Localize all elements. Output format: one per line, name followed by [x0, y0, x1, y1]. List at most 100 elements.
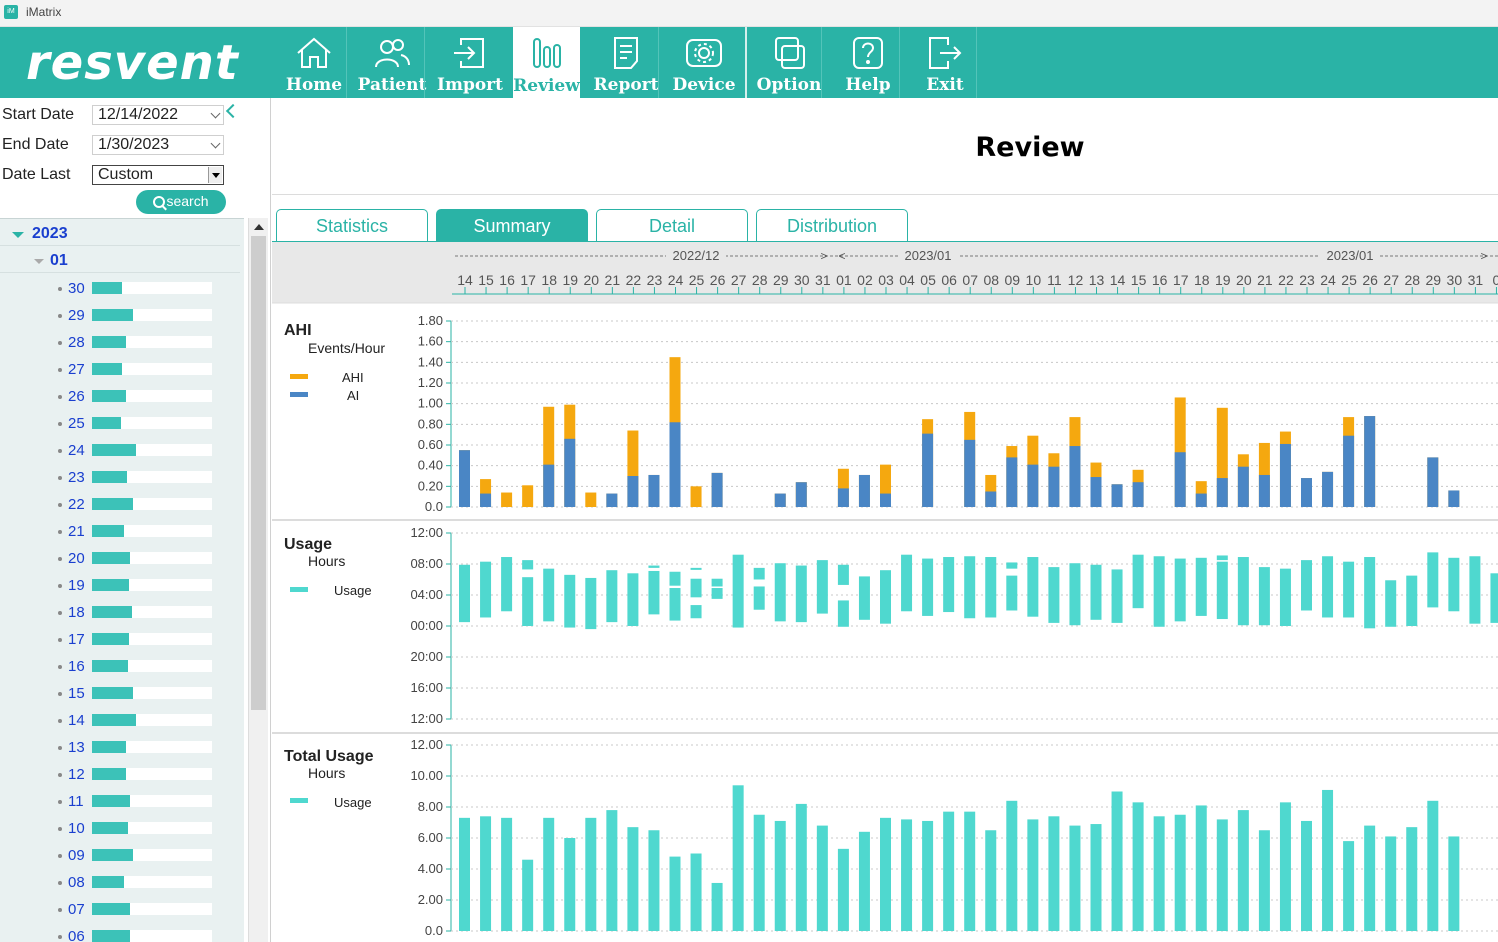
date-header-day: 29 — [1426, 272, 1442, 288]
usage-session-bar — [1237, 557, 1249, 626]
y-tick-label: 16:00 — [410, 680, 443, 695]
chevron-down-icon — [210, 138, 221, 149]
review-button[interactable]: Review — [513, 27, 580, 98]
end-date-picker[interactable]: 1/30/2023 — [92, 135, 224, 155]
scroll-thumb[interactable] — [251, 236, 266, 710]
ai-bar — [1258, 474, 1270, 507]
date-last-select[interactable]: Custom — [92, 165, 224, 185]
tree-day-item[interactable]: 06 — [58, 927, 218, 942]
tree-day-item[interactable]: 17 — [58, 630, 218, 650]
ahi-bar — [690, 486, 702, 507]
date-last-label: Date Last — [2, 166, 71, 183]
total-usage-bar — [669, 856, 681, 931]
total-usage-bar — [901, 819, 913, 931]
tree-day-item[interactable]: 29 — [58, 306, 218, 326]
tree-scrollbar[interactable] — [248, 218, 268, 942]
total-usage-bar — [1216, 819, 1228, 931]
home-button[interactable]: Home — [283, 27, 345, 98]
ahi-chart-unit: Events/Hour — [308, 340, 385, 356]
option-label: Option — [756, 75, 822, 95]
tree-day-item[interactable]: 21 — [58, 522, 218, 542]
scroll-up-icon[interactable] — [254, 224, 264, 230]
start-date-picker[interactable]: 12/14/2022 — [92, 105, 224, 125]
help-icon — [853, 37, 883, 69]
tree-year-node[interactable]: 2023 — [12, 225, 68, 243]
date-header-day: 13 — [1089, 272, 1105, 288]
day-label: 14 — [68, 712, 85, 729]
ai-bar — [1448, 490, 1460, 507]
date-header-day: 14 — [457, 272, 473, 288]
day-label: 24 — [68, 442, 85, 459]
option-button[interactable]: Option — [756, 27, 822, 98]
total-usage-bar — [922, 820, 934, 931]
tree-day-item[interactable]: 30 — [58, 279, 218, 299]
total-usage-bar — [1174, 814, 1186, 931]
patient-button[interactable]: Patient — [357, 27, 427, 98]
day-label: 07 — [68, 901, 85, 918]
tree-day-item[interactable]: 23 — [58, 468, 218, 488]
exit-button[interactable]: Exit — [912, 27, 978, 98]
tree-day-item[interactable]: 18 — [58, 603, 218, 623]
day-usage-bar — [92, 336, 126, 348]
date-header-day: 15 — [478, 272, 494, 288]
device-button[interactable]: Device — [671, 27, 737, 98]
report-button[interactable]: Report — [593, 27, 659, 98]
search-button[interactable]: search — [136, 190, 226, 214]
bullet-icon — [58, 854, 62, 858]
tree-day-item[interactable]: 25 — [58, 414, 218, 434]
total-usage-bar — [858, 831, 870, 931]
total-usage-bar — [1006, 800, 1018, 931]
tree-day-item[interactable]: 10 — [58, 819, 218, 839]
tree-day-item[interactable]: 14 — [58, 711, 218, 731]
tree-day-item[interactable]: 19 — [58, 576, 218, 596]
day-usage-track — [92, 390, 212, 402]
main-toolbar: resvent Home Patient Import Review Repor… — [0, 27, 1498, 98]
total-usage-bar — [1279, 802, 1291, 931]
tree-day-item[interactable]: 07 — [58, 900, 218, 920]
ai-bar — [459, 450, 470, 507]
y-tick-label: 4.00 — [418, 861, 443, 876]
tree-day-item[interactable]: 22 — [58, 495, 218, 515]
import-button[interactable]: Import — [437, 27, 503, 98]
tree-day-item[interactable]: 27 — [58, 360, 218, 380]
date-header-day: 31 — [1468, 272, 1484, 288]
tree-day-item[interactable]: 13 — [58, 738, 218, 758]
tree-day-item[interactable]: 12 — [58, 765, 218, 785]
tree-day-item[interactable]: 11 — [58, 792, 218, 812]
day-usage-track — [92, 282, 212, 294]
usage-session-bar — [1258, 567, 1270, 626]
end-date-label: End Date — [2, 136, 69, 153]
day-usage-bar — [92, 633, 130, 645]
date-header-day: 23 — [1299, 272, 1315, 288]
bullet-icon — [58, 503, 62, 507]
collapse-sidebar-icon[interactable] — [225, 103, 241, 119]
usage-session-bar — [1469, 556, 1481, 624]
legend-total-usage-label: Usage — [334, 795, 372, 810]
bullet-icon — [58, 422, 62, 426]
start-date-label: Start Date — [2, 106, 75, 123]
total-usage-bar — [753, 814, 765, 931]
tree-day-item[interactable]: 16 — [58, 657, 218, 677]
ai-bar — [858, 474, 870, 507]
tree-month-node[interactable]: 01 — [34, 252, 68, 270]
usage-session-bar — [1279, 568, 1291, 626]
tree-day-item[interactable]: 09 — [58, 846, 218, 866]
ai-bar — [1322, 471, 1334, 507]
tree-day-item[interactable]: 24 — [58, 441, 218, 461]
usage-session-bar — [1195, 557, 1207, 616]
bullet-icon — [58, 719, 62, 723]
window-titlebar: iM iMatrix — [0, 0, 1498, 27]
total-usage-bar — [1301, 820, 1312, 931]
day-usage-track — [92, 822, 212, 834]
y-tick-label: 0.20 — [418, 478, 443, 493]
search-icon — [153, 196, 166, 208]
date-header-day: 19 — [562, 272, 578, 288]
tree-day-item[interactable]: 15 — [58, 684, 218, 704]
help-button[interactable]: Help — [835, 27, 901, 98]
ai-bar — [1174, 452, 1186, 507]
tree-day-item[interactable]: 08 — [58, 873, 218, 893]
y-tick-label: 0.0 — [425, 923, 443, 938]
tree-day-item[interactable]: 28 — [58, 333, 218, 353]
tree-day-item[interactable]: 20 — [58, 549, 218, 569]
tree-day-item[interactable]: 26 — [58, 387, 218, 407]
